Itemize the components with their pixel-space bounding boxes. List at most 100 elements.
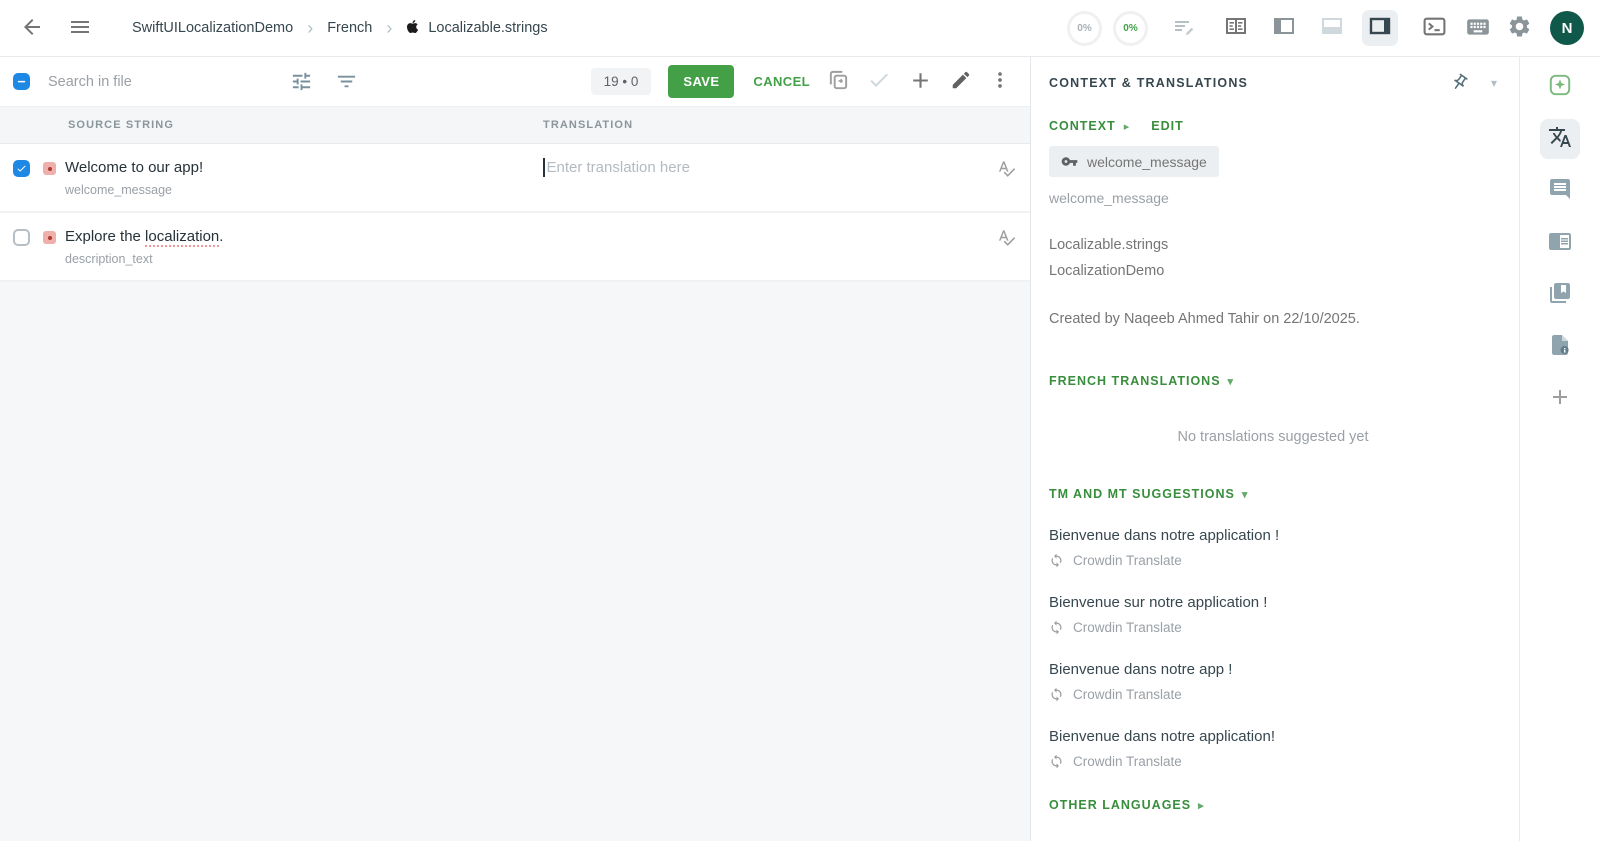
edit-context-link[interactable]: EDIT xyxy=(1151,119,1183,133)
avatar-initial: N xyxy=(1561,19,1573,37)
check-icon xyxy=(867,68,891,95)
suggestion-item[interactable]: Bienvenue dans notre application! Crowdi… xyxy=(1049,728,1497,769)
pencil-icon xyxy=(950,69,972,94)
kebab-menu-icon xyxy=(989,69,1011,94)
topbar-actions: 0% 0% N xyxy=(1067,10,1584,46)
more-menu-button[interactable] xyxy=(989,69,1011,94)
comments-panel-button[interactable] xyxy=(1540,171,1580,211)
suggestion-source: Crowdin Translate xyxy=(1073,620,1182,635)
right-panel-view-button[interactable] xyxy=(1362,10,1398,46)
user-avatar[interactable]: N xyxy=(1550,11,1584,45)
translation-progress-ring[interactable]: 0% xyxy=(1067,10,1102,46)
context-link[interactable]: CONTEXT xyxy=(1049,119,1116,133)
project-name: LocalizationDemo xyxy=(1049,263,1165,279)
breadcrumb-language[interactable]: French xyxy=(327,20,372,36)
add-string-button[interactable] xyxy=(908,68,933,96)
context-panel: CONTEXT & TRANSLATIONS ▾ CONTEXT ▸ EDIT … xyxy=(1031,57,1519,841)
mt-engine-icon xyxy=(1049,687,1064,702)
source-column-header: SOURCE STRING xyxy=(68,119,174,131)
suggestion-item[interactable]: Bienvenue dans notre application ! Crowd… xyxy=(1049,527,1497,568)
panel-title: CONTEXT & TRANSLATIONS xyxy=(1049,75,1249,90)
suggestion-item[interactable]: Bienvenue sur notre application ! Crowdi… xyxy=(1049,594,1497,635)
search-input[interactable] xyxy=(48,73,254,90)
table-header: SOURCE STRING TRANSLATION xyxy=(0,107,1030,144)
source-cell: Explore the localization. description_te… xyxy=(0,228,543,266)
panel-collapse-caret-icon[interactable]: ▾ xyxy=(1491,76,1497,90)
key-chip[interactable]: welcome_message xyxy=(1049,146,1219,177)
select-all-checkbox[interactable] xyxy=(13,73,30,90)
key-name: welcome_message xyxy=(1049,190,1169,206)
context-reader-panel-button[interactable] xyxy=(1540,223,1580,263)
suggestion-text: Bienvenue dans notre app ! xyxy=(1049,661,1233,678)
key-chip-label: welcome_message xyxy=(1087,153,1207,170)
crowdin-editor: SwiftUILocalizationDemo › French › Local… xyxy=(0,0,1600,841)
translation-progress-value: 0% xyxy=(1077,22,1092,34)
pin-icon[interactable] xyxy=(1446,69,1472,95)
ai-assistant-panel-button[interactable] xyxy=(1540,67,1580,107)
advanced-filter-button[interactable] xyxy=(290,70,313,93)
string-row[interactable]: Welcome to our app! welcome_message Ente… xyxy=(0,144,1030,213)
file-info-icon xyxy=(1548,333,1572,362)
settings-button[interactable] xyxy=(1507,14,1532,42)
menu-button[interactable] xyxy=(68,15,92,42)
apple-icon xyxy=(406,19,419,38)
bottom-panel-view-button[interactable] xyxy=(1314,10,1350,46)
french-translations-section-header[interactable]: FRENCH TRANSLATIONS ▾ xyxy=(1049,374,1497,388)
misspelled-word: localization xyxy=(145,228,220,247)
console-button[interactable] xyxy=(1422,14,1447,42)
translation-cell[interactable] xyxy=(543,228,982,266)
file-info-panel-button[interactable] xyxy=(1540,327,1580,367)
left-panel-view-button[interactable] xyxy=(1266,10,1302,46)
approve-button[interactable] xyxy=(867,68,891,95)
save-button[interactable]: SAVE xyxy=(668,65,735,98)
plus-icon xyxy=(908,68,933,96)
spellcheck-icon[interactable] xyxy=(997,159,1016,197)
tm-mt-section-header[interactable]: TM AND MT SUGGESTIONS ▾ xyxy=(1049,487,1497,501)
caret-down-icon: ▾ xyxy=(1241,488,1249,501)
editor-pane: 19 • 0 SAVE CANCEL xyxy=(0,57,1031,841)
side-by-side-view-icon xyxy=(1224,14,1248,43)
keyboard-shortcuts-button[interactable] xyxy=(1465,14,1491,43)
approval-progress-ring[interactable]: 0% xyxy=(1113,10,1148,46)
panel-icon-strip xyxy=(1519,57,1600,841)
row-checkbox-checked[interactable] xyxy=(13,160,30,177)
toolbar-actions: 19 • 0 SAVE CANCEL xyxy=(590,65,1030,98)
empty-list-area xyxy=(0,282,1030,841)
caret-right-icon: ▸ xyxy=(1198,799,1205,812)
translations-panel-button[interactable] xyxy=(1540,119,1580,159)
list-edit-icon xyxy=(1172,15,1196,42)
other-languages-section-header[interactable]: OTHER LANGUAGES ▸ xyxy=(1049,798,1497,812)
untranslated-status-icon xyxy=(43,162,56,175)
plus-icon xyxy=(1548,385,1572,414)
draft-edit-button[interactable] xyxy=(1172,15,1196,42)
string-row[interactable]: Explore the localization. description_te… xyxy=(0,213,1030,282)
translation-placeholder: Enter translation here xyxy=(546,159,690,176)
terminal-icon xyxy=(1422,14,1447,42)
back-button[interactable] xyxy=(20,15,44,42)
mt-engine-icon xyxy=(1049,553,1064,568)
mt-engine-icon xyxy=(1049,754,1064,769)
created-note: Created by Naqeeb Ahmed Tahir on 22/10/2… xyxy=(1049,311,1360,327)
filter-button[interactable] xyxy=(335,70,358,93)
chevron-right-icon: › xyxy=(386,18,393,38)
breadcrumb-project[interactable]: SwiftUILocalizationDemo xyxy=(132,20,293,36)
side-by-side-view-button[interactable] xyxy=(1218,10,1254,46)
row-checkbox-unchecked[interactable] xyxy=(13,229,30,246)
key-icon xyxy=(1061,153,1078,170)
edit-string-button[interactable] xyxy=(950,69,972,94)
translation-column-header: TRANSLATION xyxy=(543,119,634,131)
caret-down-icon: ▾ xyxy=(1227,375,1235,388)
hamburger-menu-icon xyxy=(68,15,92,42)
copy-source-button[interactable] xyxy=(827,69,850,95)
breadcrumb-file[interactable]: Localizable.strings xyxy=(406,19,548,38)
cancel-button[interactable]: CANCEL xyxy=(753,74,810,89)
string-key: welcome_message xyxy=(65,183,172,197)
translation-input[interactable]: Enter translation here xyxy=(543,158,982,197)
suggestion-item[interactable]: Bienvenue dans notre app ! Crowdin Trans… xyxy=(1049,661,1497,702)
add-panel-button[interactable] xyxy=(1540,379,1580,419)
gear-icon xyxy=(1507,14,1532,42)
spellcheck-icon[interactable] xyxy=(997,228,1016,266)
suggestion-source: Crowdin Translate xyxy=(1073,754,1182,769)
glossary-panel-button[interactable] xyxy=(1540,275,1580,315)
suggestion-text: Bienvenue sur notre application ! xyxy=(1049,594,1268,611)
